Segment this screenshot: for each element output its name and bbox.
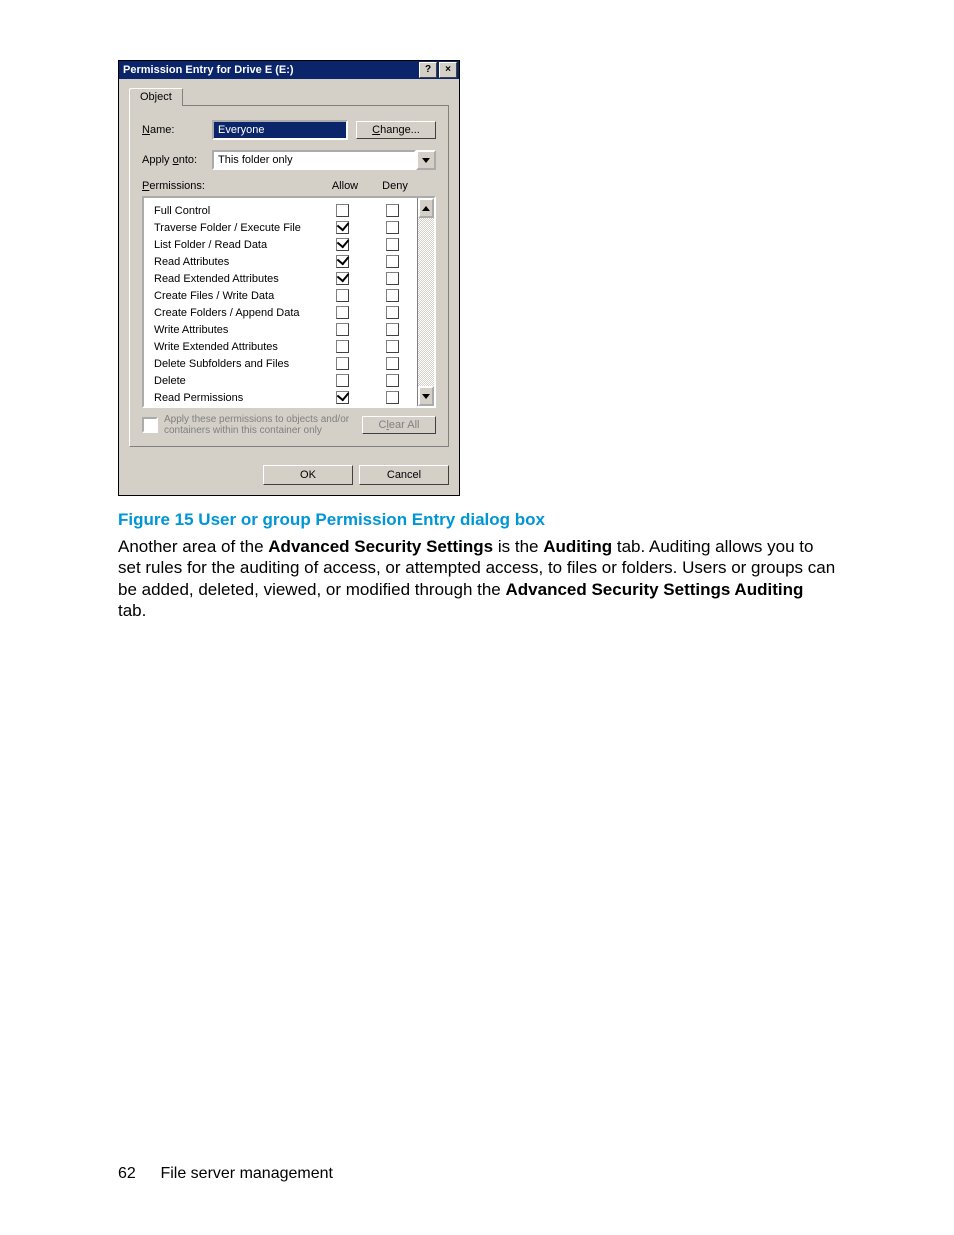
deny-checkbox[interactable] [386,357,399,370]
permission-entry-dialog: Permission Entry for Drive E (E:) ? × Ob… [118,60,460,496]
permission-row: List Folder / Read Data [154,236,417,253]
col-allow: Allow [320,180,370,192]
permission-row: Traverse Folder / Execute File [154,219,417,236]
deny-checkbox[interactable] [386,272,399,285]
permission-name: Delete Subfolders and Files [154,358,317,370]
allow-checkbox[interactable] [336,323,349,336]
window-title: Permission Entry for Drive E (E:) [123,64,294,76]
scroll-up-icon[interactable] [418,198,434,218]
allow-checkbox[interactable] [336,289,349,302]
ok-button[interactable]: OK [263,465,353,485]
deny-checkbox[interactable] [386,323,399,336]
tabstrip: Object [129,87,449,106]
permission-row: Create Files / Write Data [154,287,417,304]
deny-checkbox[interactable] [386,340,399,353]
cancel-button[interactable]: Cancel [359,465,449,485]
titlebar[interactable]: Permission Entry for Drive E (E:) ? × [119,61,459,79]
clear-all-button[interactable]: Clear All [362,416,436,434]
permission-name: Write Attributes [154,324,317,336]
allow-checkbox[interactable] [336,255,349,268]
permission-name: List Folder / Read Data [154,239,317,251]
permission-row: Create Folders / Append Data [154,304,417,321]
deny-checkbox[interactable] [386,289,399,302]
permission-name: Delete [154,375,317,387]
deny-checkbox[interactable] [386,306,399,319]
apply-recursive-label: Apply these permissions to objects and/o… [164,414,362,436]
col-deny: Deny [370,180,420,192]
name-field[interactable]: Everyone [212,120,348,140]
permission-name: Write Extended Attributes [154,341,317,353]
deny-checkbox[interactable] [386,221,399,234]
allow-checkbox[interactable] [336,391,349,404]
permission-row: Delete [154,372,417,389]
page-number: 62 [118,1165,156,1183]
apply-onto-label: Apply onto: [142,154,212,166]
permissions-list: Full Control Traverse Folder / Execute Fi… [142,196,436,408]
scrollbar[interactable] [417,198,434,406]
permission-row: Write Extended Attributes [154,338,417,355]
allow-checkbox[interactable] [336,306,349,319]
name-label: Name: [142,124,212,136]
apply-onto-value: This folder only [212,150,416,170]
permission-name: Read Extended Attributes [154,273,317,285]
permission-name: Read Attributes [154,256,317,268]
permission-name: Create Files / Write Data [154,290,317,302]
deny-checkbox[interactable] [386,204,399,217]
allow-checkbox[interactable] [336,357,349,370]
permission-name: Traverse Folder / Execute File [154,222,317,234]
permission-row: Write Attributes [154,321,417,338]
permission-row: Read Permissions [154,389,417,406]
allow-checkbox[interactable] [336,340,349,353]
allow-checkbox[interactable] [336,374,349,387]
permission-name: Create Folders / Append Data [154,307,317,319]
body-paragraph: Another area of the Advanced Security Se… [118,536,836,621]
allow-checkbox[interactable] [336,221,349,234]
allow-checkbox[interactable] [336,272,349,285]
permission-row: Read Extended Attributes [154,270,417,287]
permission-name: Read Permissions [154,392,317,404]
permission-row: Delete Subfolders and Files [154,355,417,372]
permission-row: Full Control [154,202,417,219]
chevron-down-icon[interactable] [416,150,436,170]
deny-checkbox[interactable] [386,255,399,268]
permissions-label: Permissions: [142,180,320,192]
change-button[interactable]: Change... [356,121,436,139]
allow-checkbox[interactable] [336,238,349,251]
section-name: File server management [160,1165,333,1182]
deny-checkbox[interactable] [386,391,399,404]
scroll-down-icon[interactable] [418,386,434,406]
apply-recursive-checkbox[interactable] [142,417,158,433]
apply-onto-select[interactable]: This folder only [212,150,436,170]
tab-object[interactable]: Object [129,88,183,106]
figure-caption: Figure 15 User or group Permission Entry… [118,510,836,530]
close-icon[interactable]: × [439,62,457,78]
deny-checkbox[interactable] [386,238,399,251]
allow-checkbox[interactable] [336,204,349,217]
permission-name: Full Control [154,205,317,217]
permission-row: Read Attributes [154,253,417,270]
help-icon[interactable]: ? [419,62,437,78]
deny-checkbox[interactable] [386,374,399,387]
page-footer: 62 File server management [118,1165,333,1183]
